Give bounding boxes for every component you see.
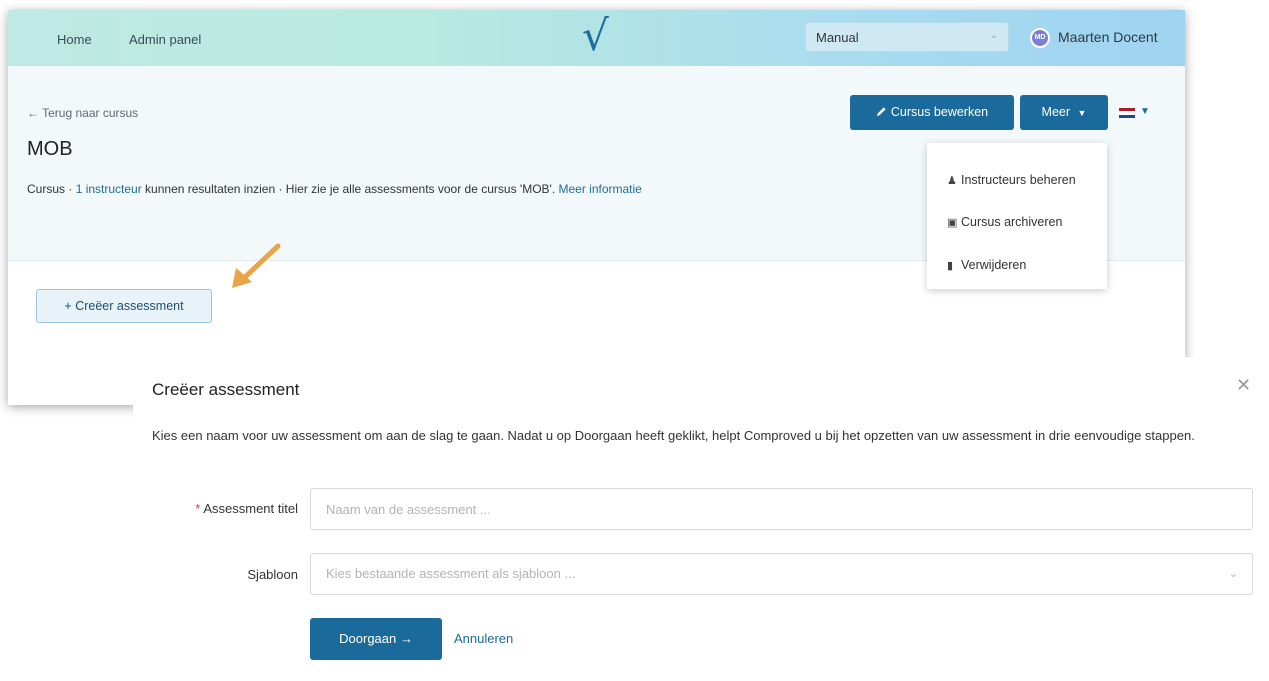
create-assessment-modal: Creëer assessment ✕ Kies een naam voor u… [133, 357, 1269, 681]
chevron-down-icon: ⌄ [989, 30, 998, 41]
edit-course-label: Cursus bewerken [890, 105, 989, 119]
caret-down-icon: ▼ [1077, 108, 1087, 118]
modal-title: Creëer assessment [152, 380, 300, 399]
more-info-link[interactable]: Meer informatie [558, 182, 641, 196]
menu-item-archive-course[interactable]: ▣ Cursus archiveren [947, 215, 1062, 229]
modal-intro-text: Kies een naam voor uw assessment om aan … [152, 428, 1195, 443]
instructor-link[interactable]: 1 instructeur [76, 182, 142, 196]
menu-item-label: Verwijderen [961, 258, 1027, 272]
user-name[interactable]: Maarten Docent [1058, 29, 1158, 45]
logo[interactable]: √ [582, 15, 609, 57]
back-to-course-link[interactable]: ← Terug naar cursus [27, 106, 138, 120]
avatar[interactable]: MD [1030, 28, 1050, 48]
template-select-placeholder: Kies bestaande assessment als sjabloon .… [326, 566, 576, 581]
dutch-flag-icon[interactable] [1119, 108, 1135, 118]
close-icon[interactable]: ✕ [1236, 375, 1251, 396]
mode-select[interactable]: Manual ⌄ [805, 22, 1009, 52]
page-title: MOB [27, 138, 73, 160]
assessment-title-input[interactable] [310, 488, 1253, 530]
nav-home-link[interactable]: Home [57, 32, 92, 47]
menu-item-manage-instructors[interactable]: ♟ Instructeurs beheren [947, 173, 1076, 187]
more-button[interactable]: Meer ▼ [1020, 95, 1108, 130]
template-select[interactable]: Kies bestaande assessment als sjabloon .… [310, 553, 1253, 595]
menu-item-label: Instructeurs beheren [961, 173, 1076, 187]
desc-prefix: Cursus · [27, 182, 76, 196]
more-dropdown-menu: ♟ Instructeurs beheren ▣ Cursus archiveren… [927, 143, 1107, 289]
chevron-down-icon: ⌄ [1228, 568, 1238, 580]
edit-course-button[interactable]: Cursus bewerken [850, 95, 1014, 130]
top-navbar: Home Admin panel √ Manual ⌄ MD Maarten D… [8, 10, 1185, 66]
users-icon: ♟ [947, 175, 957, 187]
trash-icon: ▮ [947, 260, 954, 272]
course-page-screenshot: Home Admin panel √ Manual ⌄ MD Maarten D… [8, 10, 1185, 405]
caret-down-icon[interactable]: ▼ [1140, 106, 1150, 117]
more-button-label: Meer [1041, 105, 1071, 119]
assessment-title-label: * Assessment titel [153, 501, 298, 516]
mode-select-value: Manual [816, 30, 859, 45]
course-description: Cursus · 1 instructeur kunnen resultaten… [27, 178, 727, 200]
required-marker: * [195, 501, 201, 516]
cancel-link[interactable]: Annuleren [454, 631, 513, 646]
pencil-icon [876, 107, 886, 117]
create-assessment-button[interactable]: + Creëer assessment [36, 289, 212, 323]
nav-admin-link[interactable]: Admin panel [129, 32, 201, 47]
continue-button[interactable]: Doorgaan → [310, 618, 442, 660]
archive-icon: ▣ [947, 217, 958, 229]
desc-middle: kunnen resultaten inzien · Hier zie je a… [141, 182, 559, 196]
menu-item-delete[interactable]: ▮ Verwijderen [947, 258, 1026, 272]
menu-item-label: Cursus archiveren [961, 215, 1063, 229]
assessment-title-label-text: Assessment titel [203, 501, 298, 516]
template-label: Sjabloon [247, 567, 298, 582]
pointer-arrow-icon [232, 243, 281, 288]
